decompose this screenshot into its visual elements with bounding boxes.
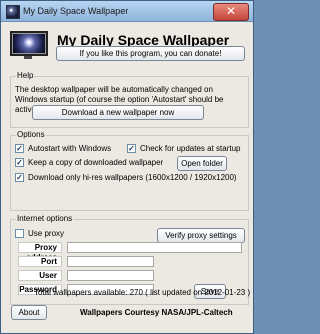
port-input[interactable]: [67, 256, 154, 267]
app-icon: [6, 5, 20, 19]
close-icon[interactable]: ✕: [213, 3, 249, 21]
proxy-address-label: Proxy address: [18, 242, 62, 262]
open-folder-button[interactable]: Open folder: [177, 156, 227, 171]
check-updates-checkbox[interactable]: ✓: [127, 144, 136, 153]
use-proxy-checkbox[interactable]: [15, 229, 24, 238]
options-group: Options ✓ Autostart with Windows ✓ Check…: [10, 130, 249, 211]
autostart-label: Autostart with Windows: [28, 144, 112, 153]
keep-copy-label: Keep a copy of downloaded wallpaper: [28, 158, 164, 167]
help-group: Help The desktop wallpaper will be autom…: [10, 71, 249, 128]
verify-proxy-button[interactable]: Verify proxy settings: [157, 228, 245, 243]
monitor-stand-icon: [24, 56, 32, 59]
about-button[interactable]: About: [11, 305, 47, 320]
internet-options-legend: Internet options: [16, 214, 74, 223]
hires-checkbox[interactable]: ✓: [15, 173, 24, 182]
check-updates-label: Check for updates at startup: [140, 144, 241, 153]
proxy-address-input[interactable]: [67, 242, 242, 253]
window-title: My Daily Space Wallpaper: [23, 6, 129, 16]
options-legend: Options: [16, 130, 46, 139]
keep-copy-checkbox[interactable]: ✓: [15, 158, 24, 167]
main-window: My Daily Space Wallpaper ✕ My Daily Spac…: [0, 0, 254, 334]
help-legend: Help: [16, 71, 35, 80]
user-input[interactable]: [67, 270, 154, 281]
total-wallpapers-text: Total wallpapers available: 270 ( list u…: [34, 288, 251, 297]
monitor-logo-icon: [10, 31, 48, 59]
port-label: Port: [18, 256, 62, 267]
use-proxy-label: Use proxy: [28, 229, 65, 238]
user-label: User: [18, 270, 62, 281]
courtesy-text: Wallpapers Courtesy NASA/JPL-Caltech: [80, 308, 233, 317]
hires-label: Download only hi-res wallpapers (1600x12…: [28, 173, 237, 182]
autostart-checkbox[interactable]: ✓: [15, 144, 24, 153]
download-wallpaper-button[interactable]: Download a new wallpaper now: [32, 105, 204, 120]
title-bar[interactable]: My Daily Space Wallpaper ✕: [1, 1, 253, 22]
donate-button[interactable]: If you like this program, you can donate…: [56, 46, 245, 61]
monitor-screen-icon: [10, 31, 48, 56]
